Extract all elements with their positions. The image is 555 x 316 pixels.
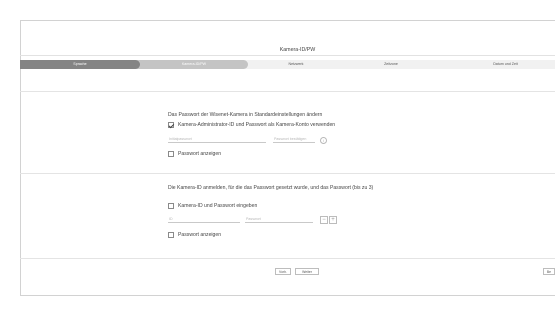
- enter-credentials-checkbox[interactable]: [168, 203, 174, 209]
- use-admin-checkbox-row[interactable]: Kamera-Administrator-ID und Passwort als…: [168, 122, 335, 128]
- step-datum-und-zeit[interactable]: Datum und Zeit: [456, 60, 555, 69]
- show-password-checkbox-1[interactable]: [168, 151, 174, 157]
- enter-credentials-row[interactable]: Kamera-ID und Passwort eingeben: [168, 203, 257, 209]
- remove-row-button[interactable]: −: [320, 216, 328, 224]
- section-divider-middle: [20, 173, 555, 174]
- finish-button[interactable]: Be: [543, 268, 555, 275]
- confirm-password-input[interactable]: [273, 136, 315, 143]
- use-admin-label: Kamera-Administrator-ID und Passwort als…: [178, 122, 336, 128]
- section1-heading: Das Passwort der Wisenet-Kamera in Stand…: [168, 112, 323, 118]
- camera-password-input[interactable]: [245, 216, 313, 223]
- section2-heading: Die Kamera-ID anmelden, für die das Pass…: [168, 185, 374, 191]
- show-password-label-1: Passwort anzeigen: [178, 151, 222, 157]
- show-password-checkbox-2[interactable]: [168, 232, 174, 238]
- step-zeitzone[interactable]: Zeitzone: [344, 60, 438, 69]
- next-button[interactable]: Weiter: [295, 268, 319, 275]
- previous-button[interactable]: Vorh.: [275, 268, 291, 275]
- info-icon[interactable]: i: [320, 137, 327, 144]
- use-admin-checkbox[interactable]: [168, 122, 174, 128]
- footer-divider: [20, 258, 555, 259]
- show-password-row-1[interactable]: Passwort anzeigen: [168, 151, 221, 157]
- show-password-label-2: Passwort anzeigen: [178, 232, 222, 238]
- wizard-title: Kamera-ID/PW: [279, 47, 316, 53]
- enter-credentials-label: Kamera-ID und Passwort eingeben: [178, 203, 258, 209]
- section-divider-top: [20, 91, 555, 92]
- camera-id-input[interactable]: [168, 216, 240, 223]
- initial-password-input[interactable]: [168, 136, 266, 143]
- add-row-button[interactable]: +: [329, 216, 337, 224]
- show-password-row-2[interactable]: Passwort anzeigen: [168, 232, 221, 238]
- step-kamera-id-pw[interactable]: Kamera-ID/PW: [140, 60, 248, 69]
- step-sprache[interactable]: Sprache: [20, 60, 140, 69]
- title-divider: [20, 55, 555, 56]
- step-netzwerk[interactable]: Netzwerk: [248, 60, 344, 69]
